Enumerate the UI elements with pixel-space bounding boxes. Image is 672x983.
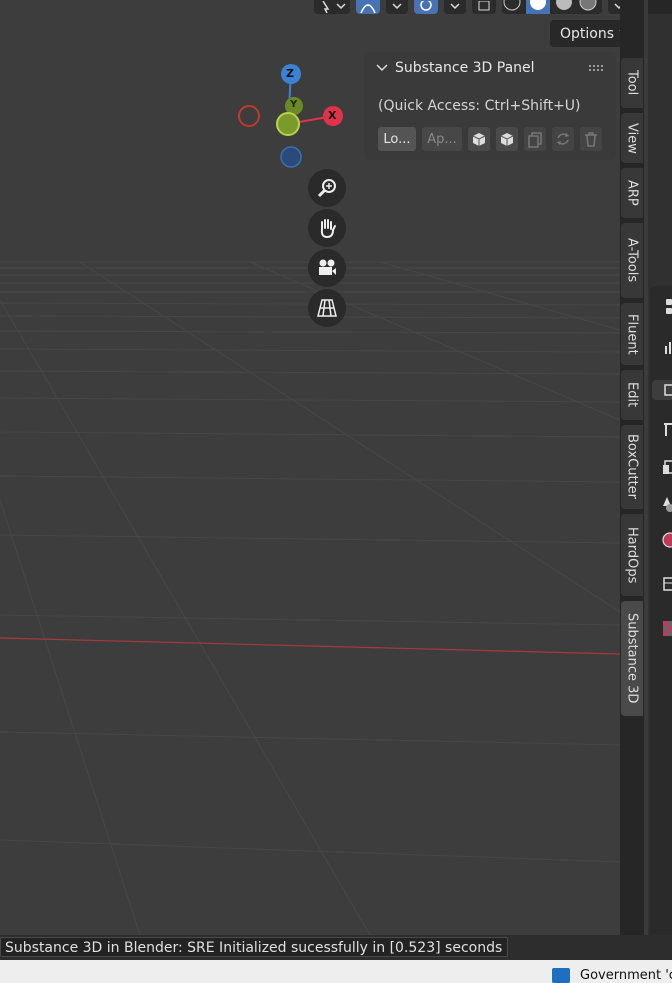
viewport-header-strip [300,0,640,14]
properties-tab-material[interactable] [652,618,672,638]
panel-title: Substance 3D Panel [395,60,535,76]
snap-toggle[interactable] [356,0,380,14]
camera-icon [319,259,336,275]
pan-button[interactable] [308,209,346,247]
select-tool-dropdown[interactable] [314,0,350,14]
drag-grip-icon[interactable] [588,64,604,72]
status-bar: Substance 3D in Blender: SRE Initialized… [0,935,672,960]
sidebar-tab-label: BoxCutter [624,434,640,500]
quick-access-hint: (Quick Access: Ctrl+Shift+U) [378,98,581,114]
snap-dropdown[interactable] [386,0,408,14]
zoom-icon [317,179,336,198]
sidebar-tab-edit[interactable]: Edit [621,370,643,420]
sidebar-tab-label: ARP [624,180,640,206]
neg-x-axis-handle [238,105,260,127]
delete-button[interactable] [580,127,602,151]
properties-tab-scene[interactable] [652,458,672,478]
shading-mode-group[interactable] [502,0,602,14]
status-message: Substance 3D in Blender: SRE Initialized… [0,937,508,957]
z-axis-label: Z [286,67,294,80]
image-icon [664,423,672,436]
copy-icon [528,132,542,148]
checker-icon [663,621,672,636]
taskbar-item-label: Government 'c [580,968,672,983]
wrench-icon [665,342,671,354]
properties-tab-strip [648,0,672,936]
sidebar-tab-substance-3d[interactable]: Substance 3D [621,601,643,716]
printer-icon [664,384,672,396]
sidebar-tab-label: Substance 3D [624,613,640,704]
options-label: Options [560,25,615,42]
sidebar-tab-strip: Tool View ARP A-Tools Fluent Edit BoxCut… [620,0,644,935]
properties-tab-output[interactable] [652,380,672,400]
panel-header[interactable]: Substance 3D Panel [364,52,616,84]
neg-y-axis-handle [276,112,300,136]
os-taskbar: Government 'c [0,960,672,983]
sidebar-tab-label: View [624,122,640,154]
substance-3d-panel: Substance 3D Panel (Quick Access: Ctrl+S… [364,52,616,160]
sidebar-tab-label: A-Tools [624,238,640,283]
sidebar-tab-label: Fluent [624,313,640,355]
properties-tab-render[interactable] [652,338,672,358]
properties-header [648,0,672,14]
news-icon [552,968,570,983]
grid-perspective-icon [317,299,337,317]
x-axis-label: X [328,109,337,122]
snap-icon [360,4,376,13]
properties-tab-tool[interactable] [652,297,672,317]
sidebar-tab-hardops[interactable]: HardOps [621,514,643,596]
hand-icon [320,219,336,239]
navigation-gizmo[interactable]: Z Y X [230,58,360,178]
globe-icon [662,532,672,548]
perspective-toggle-button[interactable] [308,289,346,327]
chevron-down-icon [392,3,402,10]
properties-tab-view-layer[interactable] [652,420,672,440]
shapes-icon [663,497,672,512]
cursor-icon [322,1,346,13]
sidebar-tab-boxcutter[interactable]: BoxCutter [621,425,643,509]
scene-icon [663,460,672,474]
panel-toolbar: Lo... Ap... [378,127,602,151]
camera-view-button[interactable] [308,249,346,287]
material-apply-button[interactable] [496,127,518,151]
sidebar-tab-fluent[interactable]: Fluent [621,303,643,365]
properties-tab-world[interactable] [652,494,672,514]
sidebar-tab-arp[interactable]: ARP [621,168,643,218]
chevron-down-icon [450,3,460,10]
material-cube-icon [500,133,514,146]
properties-tab-texture[interactable] [652,574,672,594]
material-box-icon [472,133,486,146]
xray-toggle[interactable] [472,0,496,14]
properties-tab-collection[interactable] [652,530,672,550]
material-import-button[interactable] [468,127,490,151]
apply-button[interactable]: Ap... [422,127,462,151]
overlay-icon [420,1,432,11]
sidebar-tab-label: Edit [624,382,640,408]
refresh-icon [557,133,569,145]
chevron-down-icon [376,64,388,72]
shading-icons [503,0,597,14]
overlay-dropdown[interactable] [444,0,466,14]
overlay-toggle[interactable] [414,0,438,14]
load-button[interactable]: Lo... [378,127,416,151]
trash-icon [585,132,597,147]
sidebar-tab-label: HardOps [624,526,640,584]
zoom-button[interactable] [308,169,346,207]
sidebar-tab-view[interactable]: View [621,113,643,163]
duplicate-button[interactable] [524,127,546,151]
neg-z-axis-handle [280,146,302,168]
tool-icon [666,299,672,314]
box-icon [663,577,672,591]
refresh-button[interactable] [552,127,574,151]
xray-icon [478,1,490,11]
taskbar-item[interactable]: Government 'c [552,968,672,983]
sidebar-tab-a-tools[interactable]: A-Tools [621,223,643,298]
sidebar-tab-label: Tool [624,70,640,96]
sidebar-tab-tool[interactable]: Tool [621,58,643,108]
y-axis-label: Y [290,99,298,110]
